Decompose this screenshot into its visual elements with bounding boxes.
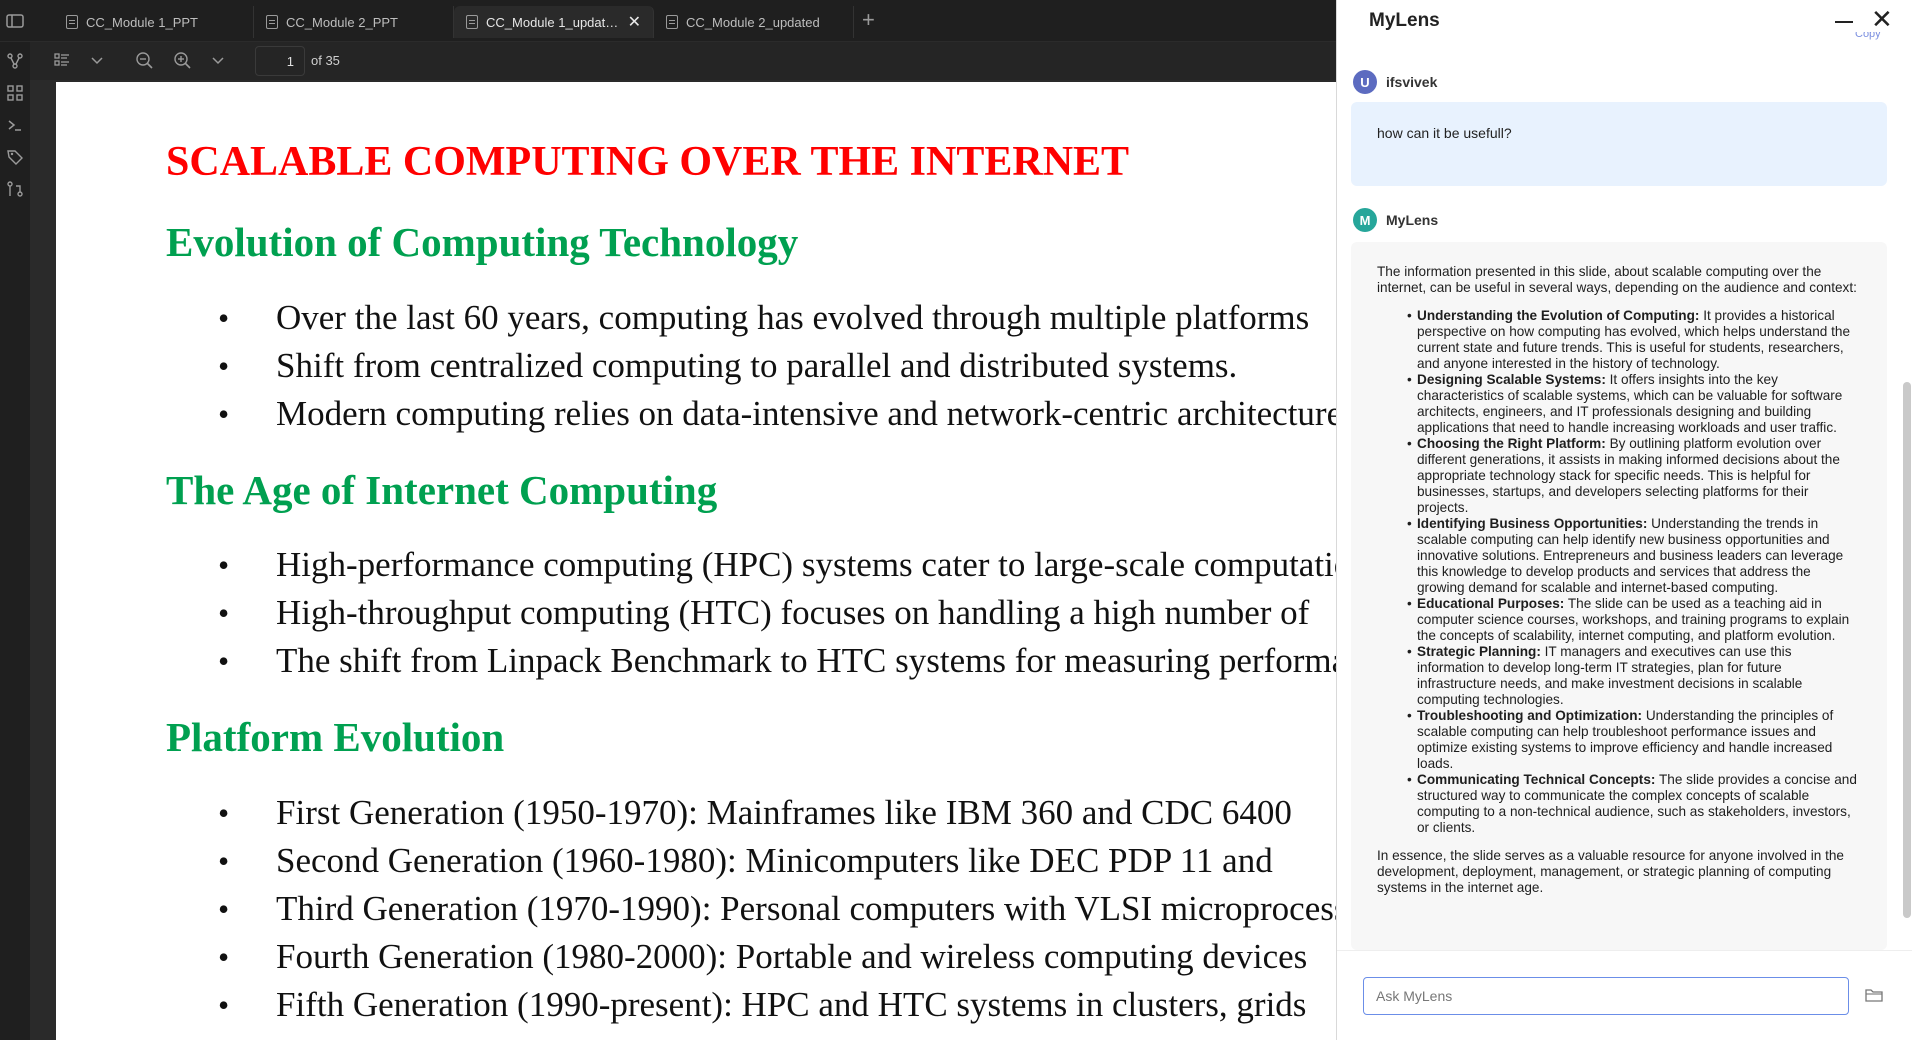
document-icon	[66, 15, 78, 29]
bullet-item: Fourth Generation (1980-2000): Portable …	[166, 933, 1336, 981]
reply-point: Understanding the Evolution of Computing…	[1377, 308, 1861, 372]
reply-point: Communicating Technical Concepts: The sl…	[1377, 772, 1861, 836]
bullet-item: Over the last 60 years, computing has ev…	[166, 294, 1336, 342]
point-title: Strategic Planning:	[1417, 644, 1541, 659]
mylens-panel: MyLens ✕ Copy U ifsvivek how can it be u…	[1336, 0, 1912, 1040]
tab-cc-module-1-updated[interactable]: CC_Module 1_updated ... ✕	[454, 6, 654, 38]
bullet-list: Over the last 60 years, computing has ev…	[166, 294, 1336, 438]
zoom-chevron-down-icon[interactable]	[208, 50, 228, 70]
bullet-item: High-throughput computing (HTC) focuses …	[166, 589, 1336, 637]
reply-point: Educational Purposes: The slide can be u…	[1377, 596, 1861, 644]
bullet-list: First Generation (1950-1970): Mainframes…	[166, 789, 1336, 1029]
tab-label: CC_Module 2_PPT	[286, 14, 398, 30]
graph-icon[interactable]	[6, 52, 24, 70]
user-avatar: U	[1353, 70, 1377, 94]
bullet-item: Modern computing relies on data-intensiv…	[166, 390, 1336, 438]
user-message: how can it be usefull?	[1351, 102, 1887, 186]
point-title: Identifying Business Opportunities:	[1417, 516, 1648, 531]
tab-cc-module-2-updated[interactable]: CC_Module 2_updated	[654, 6, 854, 38]
chat-input-area	[1337, 950, 1912, 1040]
grid-icon[interactable]	[6, 84, 24, 102]
point-title: Communicating Technical Concepts:	[1417, 772, 1656, 787]
tab-cc-module-1-ppt[interactable]: CC_Module 1_PPT	[54, 6, 254, 38]
user-name: ifsvivek	[1386, 74, 1438, 90]
bullet-list: High-performance computing (HPC) systems…	[166, 541, 1336, 685]
folder-icon[interactable]	[1865, 987, 1883, 1003]
close-icon[interactable]: ✕	[1871, 6, 1893, 32]
tab-label: CC_Module 2_updated	[686, 14, 820, 30]
bullet-item: The shift from Linpack Benchmark to HTC …	[166, 637, 1336, 685]
mylens-header: MyLens ✕	[1337, 0, 1912, 42]
sidebar-toggle-icon[interactable]	[4, 10, 26, 32]
tab-bar: CC_Module 1_PPT CC_Module 2_PPT CC_Modul…	[0, 0, 1336, 42]
bullet-item: Third Generation (1970-1990): Personal c…	[166, 885, 1336, 933]
bot-reply: The information presented in this slide,…	[1351, 242, 1887, 950]
document-icon	[266, 15, 278, 29]
reply-point: Choosing the Right Platform: By outlinin…	[1377, 436, 1861, 516]
chevron-down-icon[interactable]	[87, 50, 107, 70]
point-title: Choosing the Right Platform:	[1417, 436, 1606, 451]
bot-message-header: M MyLens	[1353, 208, 1438, 232]
point-title: Educational Purposes:	[1417, 596, 1565, 611]
ask-mylens-input[interactable]	[1363, 977, 1849, 1015]
tab-label: CC_Module 1_PPT	[86, 14, 198, 30]
tab-cc-module-2-ppt[interactable]: CC_Module 2_PPT	[254, 6, 454, 38]
point-title: Troubleshooting and Optimization:	[1417, 708, 1643, 723]
reply-intro: The information presented in this slide,…	[1377, 264, 1857, 295]
pdf-toolbar: 1 of 35	[30, 42, 1336, 80]
document-icon	[666, 15, 678, 29]
reply-point: Troubleshooting and Optimization: Unders…	[1377, 708, 1861, 772]
tab-label: CC_Module 1_updated ...	[486, 14, 620, 30]
reply-point: Strategic Planning: IT managers and exec…	[1377, 644, 1861, 708]
git-compare-icon[interactable]	[6, 180, 24, 198]
zoom-in-icon[interactable]	[172, 50, 192, 70]
point-title: Understanding the Evolution of Computing…	[1417, 308, 1700, 323]
section-heading: Platform Evolution	[166, 714, 505, 760]
copy-link[interactable]: Copy	[1855, 32, 1881, 42]
slide-title: SCALABLE COMPUTING OVER THE INTERNET	[166, 139, 1130, 185]
bullet-item: Shift from centralized computing to para…	[166, 342, 1336, 390]
page-number-input[interactable]: 1	[255, 46, 305, 76]
bullet-item: High-performance computing (HPC) systems…	[166, 541, 1336, 589]
section-heading: The Age of Internet Computing	[166, 467, 718, 513]
terminal-icon[interactable]	[6, 116, 24, 134]
tag-icon[interactable]	[6, 148, 24, 166]
close-tab-icon[interactable]: ✕	[628, 12, 641, 32]
mylens-title: MyLens	[1369, 10, 1440, 31]
bot-name: MyLens	[1386, 212, 1439, 228]
bullet-item: Second Generation (1960-1980): Minicompu…	[166, 837, 1336, 885]
activity-rail	[0, 42, 30, 1040]
bot-avatar: M	[1353, 208, 1377, 232]
new-tab-plus-icon[interactable]: +	[862, 8, 875, 32]
document-icon	[466, 15, 478, 29]
section-heading: Evolution of Computing Technology	[166, 219, 799, 265]
user-message-header: U ifsvivek	[1353, 70, 1437, 94]
page-total: of 35	[311, 53, 340, 68]
minimize-icon[interactable]	[1835, 21, 1853, 23]
reply-conclusion: In essence, the slide serves as a valuab…	[1377, 848, 1844, 895]
point-title: Designing Scalable Systems:	[1417, 372, 1606, 387]
bullet-item: Fifth Generation (1990-present): HPC and…	[166, 981, 1336, 1029]
bullet-item: First Generation (1950-1970): Mainframes…	[166, 789, 1336, 837]
reply-point: Identifying Business Opportunities: Unde…	[1377, 516, 1861, 596]
zoom-out-icon[interactable]	[134, 50, 154, 70]
thumbnails-icon[interactable]	[52, 50, 72, 70]
pdf-page: SCALABLE COMPUTING OVER THE INTERNET Evo…	[56, 82, 1336, 1040]
reply-point: Designing Scalable Systems: It offers in…	[1377, 372, 1861, 436]
chat-scrollbar[interactable]	[1903, 382, 1911, 918]
reply-points: Understanding the Evolution of Computing…	[1377, 308, 1861, 836]
